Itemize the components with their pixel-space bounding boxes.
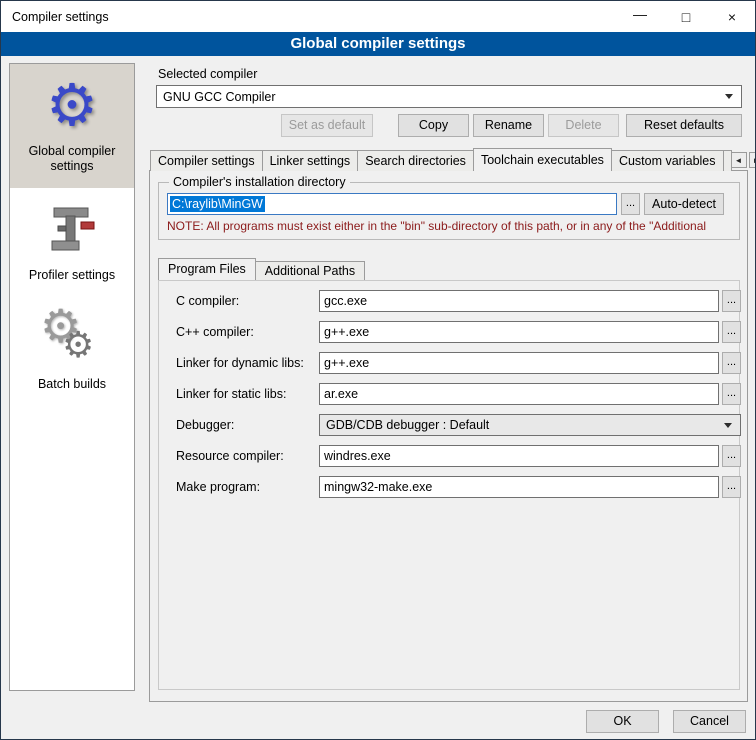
cpp-compiler-browse-button[interactable]: ... bbox=[722, 321, 741, 343]
form-row-resource-compiler: Resource compiler: ... bbox=[176, 445, 727, 467]
resource-compiler-browse-button[interactable]: ... bbox=[722, 445, 741, 467]
reset-defaults-button[interactable]: Reset defaults bbox=[626, 114, 742, 137]
cancel-button[interactable]: Cancel bbox=[673, 710, 746, 733]
sidebar-item-label: Profiler settings bbox=[29, 268, 115, 283]
installation-directory-input[interactable]: C:\raylib\MinGW bbox=[167, 193, 617, 215]
tab-custom-variables[interactable]: Custom variables bbox=[611, 150, 724, 171]
form-row-cpp-compiler: C++ compiler: ... bbox=[176, 321, 727, 343]
close-button[interactable]: × bbox=[709, 1, 755, 32]
ok-button[interactable]: OK bbox=[586, 710, 659, 733]
selected-compiler-label: Selected compiler bbox=[158, 67, 257, 81]
bin-subdirectory-note: NOTE: All programs must exist either in … bbox=[167, 219, 731, 233]
cpp-compiler-label: C++ compiler: bbox=[176, 325, 254, 339]
make-program-input[interactable] bbox=[319, 476, 719, 498]
window-title: Compiler settings bbox=[1, 10, 109, 24]
tab-search-directories[interactable]: Search directories bbox=[357, 150, 474, 171]
browse-directory-button[interactable]: ... bbox=[621, 193, 640, 215]
auto-detect-button[interactable]: Auto-detect bbox=[644, 193, 724, 215]
static-linker-input[interactable] bbox=[319, 383, 719, 405]
sidebar-item-global-compiler-settings[interactable]: ⚙ Global compiler settings bbox=[10, 64, 134, 188]
make-program-browse-button[interactable]: ... bbox=[722, 476, 741, 498]
resource-compiler-input[interactable] bbox=[319, 445, 719, 467]
form-row-make-program: Make program: ... bbox=[176, 476, 727, 498]
gears-gray-icon: ⚙ ⚙ bbox=[40, 307, 104, 371]
form-row-debugger: Debugger: GDB/CDB debugger : Default bbox=[176, 414, 727, 436]
dialog-header: Global compiler settings bbox=[1, 32, 755, 56]
rename-button[interactable]: Rename bbox=[473, 114, 544, 137]
selected-compiler-value: GNU GCC Compiler bbox=[157, 90, 276, 104]
installation-directory-group: Compiler's installation directory C:\ray… bbox=[158, 175, 740, 240]
minimize-icon: — bbox=[633, 6, 647, 22]
chevron-down-icon bbox=[724, 423, 732, 428]
set-as-default-button[interactable]: Set as default bbox=[281, 114, 373, 137]
c-compiler-label: C compiler: bbox=[176, 294, 239, 308]
profiler-tool-icon bbox=[40, 198, 104, 262]
program-files-tabstrip: Program Files Additional Paths bbox=[158, 258, 364, 280]
debugger-value: GDB/CDB debugger : Default bbox=[320, 418, 489, 432]
tab-scroll-left-icon[interactable]: ◄ bbox=[731, 152, 747, 168]
static-linker-browse-button[interactable]: ... bbox=[722, 383, 741, 405]
window-controls: — □ × bbox=[617, 1, 755, 32]
cpp-compiler-input[interactable] bbox=[319, 321, 719, 343]
gear-icon: ⚙ bbox=[40, 74, 104, 138]
dynamic-linker-input[interactable] bbox=[319, 352, 719, 374]
form-row-dynamic-linker: Linker for dynamic libs: ... bbox=[176, 352, 727, 374]
dynamic-linker-browse-button[interactable]: ... bbox=[722, 352, 741, 374]
tab-scroll-controls: ◄ ► bbox=[731, 152, 756, 171]
subtab-additional-paths[interactable]: Additional Paths bbox=[255, 261, 365, 280]
dynamic-linker-label: Linker for dynamic libs: bbox=[176, 356, 304, 370]
close-icon: × bbox=[728, 9, 736, 25]
selected-compiler-dropdown[interactable]: GNU GCC Compiler bbox=[156, 85, 742, 108]
debugger-dropdown[interactable]: GDB/CDB debugger : Default bbox=[319, 414, 741, 436]
tab-linker-settings[interactable]: Linker settings bbox=[262, 150, 359, 171]
maximize-icon: □ bbox=[682, 9, 690, 25]
tab-toolchain-executables[interactable]: Toolchain executables bbox=[473, 148, 612, 171]
sidebar-item-profiler-settings[interactable]: Profiler settings bbox=[10, 188, 134, 297]
form-row-static-linker: Linker for static libs: ... bbox=[176, 383, 727, 405]
installation-directory-legend: Compiler's installation directory bbox=[169, 175, 350, 189]
installation-directory-row: C:\raylib\MinGW ... Auto-detect bbox=[167, 193, 731, 215]
copy-button[interactable]: Copy bbox=[398, 114, 469, 137]
sidebar-item-label: Global compiler settings bbox=[14, 144, 130, 174]
c-compiler-browse-button[interactable]: ... bbox=[722, 290, 741, 312]
installation-directory-value: C:\raylib\MinGW bbox=[170, 196, 265, 212]
debugger-label: Debugger: bbox=[176, 418, 234, 432]
sidebar-item-label: Batch builds bbox=[38, 377, 106, 392]
delete-button[interactable]: Delete bbox=[548, 114, 619, 137]
settings-tabstrip: Compiler settings Linker settings Search… bbox=[150, 148, 747, 171]
static-linker-label: Linker for static libs: bbox=[176, 387, 286, 401]
maximize-button[interactable]: □ bbox=[663, 1, 709, 32]
sidebar-item-batch-builds[interactable]: ⚙ ⚙ Batch builds bbox=[10, 297, 134, 406]
resource-compiler-label: Resource compiler: bbox=[176, 449, 284, 463]
compiler-settings-dialog: Compiler settings — □ × Global compiler … bbox=[0, 0, 756, 740]
form-row-c-compiler: C compiler: ... bbox=[176, 290, 727, 312]
make-program-label: Make program: bbox=[176, 480, 260, 494]
tab-compiler-settings[interactable]: Compiler settings bbox=[150, 150, 263, 171]
chevron-down-icon bbox=[725, 94, 733, 99]
tab-scroll-right-icon[interactable]: ► bbox=[749, 152, 756, 168]
titlebar: Compiler settings — □ × bbox=[1, 1, 755, 32]
program-files-panel: C compiler: ... C++ compiler: ... Linker… bbox=[158, 280, 740, 690]
settings-sidebar: ⚙ Global compiler settings Profiler sett… bbox=[9, 63, 135, 691]
c-compiler-input[interactable] bbox=[319, 290, 719, 312]
subtab-program-files[interactable]: Program Files bbox=[158, 258, 256, 280]
minimize-button[interactable]: — bbox=[617, 1, 663, 32]
